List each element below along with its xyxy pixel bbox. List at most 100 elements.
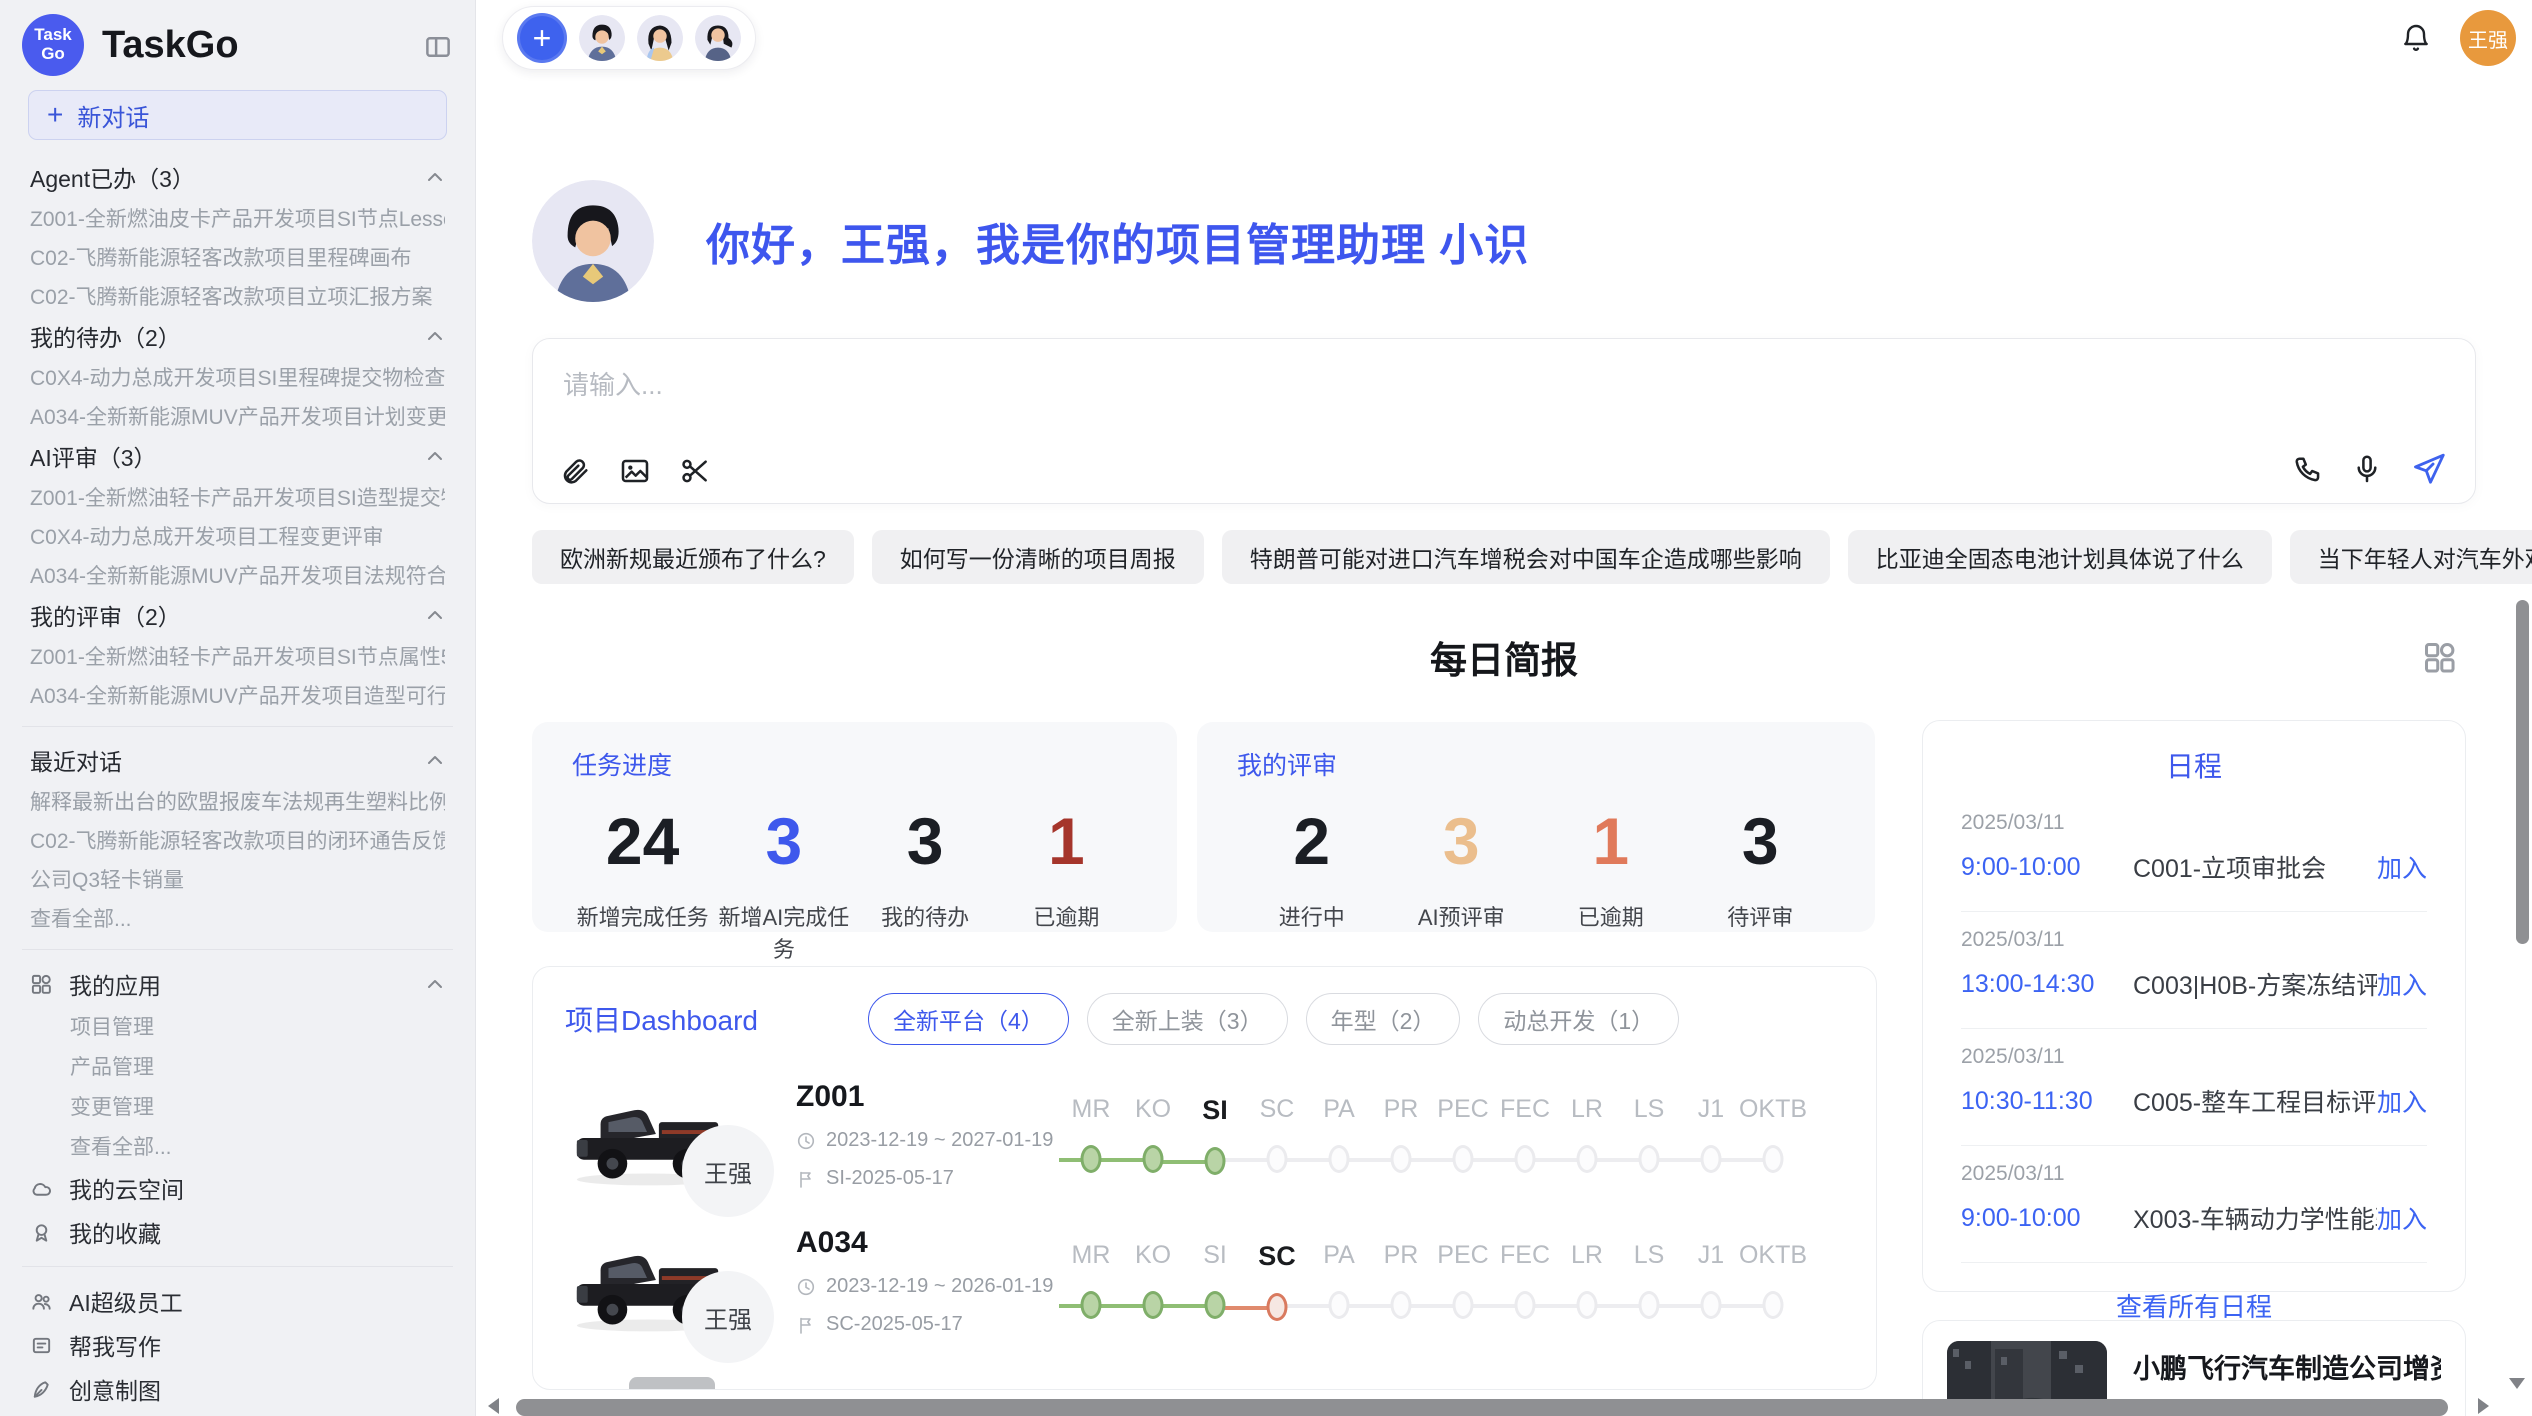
assistant-avatar-2[interactable] [637, 15, 683, 61]
milestone-dot [1701, 1145, 1722, 1173]
milestone-label: MR [1072, 1241, 1111, 1270]
dashboard-tab[interactable]: 全新上装（3） [1087, 993, 1288, 1045]
app-sub-item[interactable]: 产品管理 [0, 1046, 475, 1086]
attachment-icon[interactable] [559, 455, 591, 487]
sidebar-collapse-icon[interactable] [423, 32, 453, 62]
hscroll-right-arrow[interactable] [2478, 1398, 2489, 1414]
milestone-label: LS [1634, 1095, 1665, 1124]
chat-input[interactable] [533, 339, 2475, 431]
project-row-z001[interactable]: 王强 Z001 2023-12-19 ~ 2027-01-19 SI-2025-… [565, 1079, 1844, 1191]
recent-chat-item[interactable]: 公司Q3轻卡销量 [30, 859, 445, 898]
stat-label: 新增完成任务 [572, 900, 713, 932]
milestone-label: J1 [1698, 1241, 1724, 1270]
join-link[interactable]: 加入 [2377, 849, 2427, 885]
notification-bell-icon[interactable] [2400, 22, 2432, 54]
sidebar-task-item[interactable]: A034-全新新能源MUV产品开发项目造型可行性评审 [30, 675, 445, 714]
stat-item: 3 新增AI完成任务 [713, 808, 854, 964]
recent-chat-item[interactable]: 解释最新出台的欧盟报废车法规再生塑料比例被调至15%... [30, 781, 445, 820]
sidebar-task-item[interactable]: A034-全新新能源MUV产品开发项目计划变更表编写 [30, 396, 445, 435]
new-chat-button[interactable]: + 新对话 [28, 90, 447, 140]
project-info: A034 2023-12-19 ~ 2026-01-19 SC-2025-05-… [780, 1226, 1060, 1336]
assistant-avatar-1[interactable] [579, 15, 625, 61]
sidebar-item-help-me-write[interactable]: 帮我写作 [0, 1323, 475, 1367]
schedule-row: 9:00-10:00 C001-立项审批会 加入 [1961, 849, 2427, 885]
schedule-row: 10:30-11:30 C005-整车工程目标评审 加入 [1961, 1083, 2427, 1119]
sidebar-item-cloud-space[interactable]: 我的云空间 [0, 1166, 475, 1210]
app-sub-item[interactable]: 项目管理 [0, 1006, 475, 1046]
sidebar-task-item[interactable]: Z001-全新燃油轻卡产品开发项目SI节点属性5D文件评审 [30, 636, 445, 675]
milestone-dot [1577, 1145, 1598, 1173]
section-header-my-todo[interactable]: 我的待办（2） [30, 315, 445, 357]
milestone: PEC [1432, 1241, 1494, 1326]
milestone: SI [1184, 1095, 1246, 1180]
section-header-agent-done[interactable]: Agent已办（3） [30, 156, 445, 198]
card-title: 任务进度 [572, 746, 1137, 782]
suggestion-chip[interactable]: 如何写一份清晰的项目周报 [872, 530, 1204, 584]
section-title: Agent已办（3） [30, 160, 195, 194]
stat-value: 1 [996, 808, 1137, 874]
sidebar-task-item[interactable]: C0X4-动力总成开发项目SI里程碑提交物检查 [30, 357, 445, 396]
vscroll-down-arrow[interactable] [2509, 1378, 2525, 1389]
sidebar-task-item[interactable]: A034-全新新能源MUV产品开发项目法规符合性评审 [30, 555, 445, 594]
join-link[interactable]: 加入 [2377, 1083, 2427, 1119]
milestone: KO [1122, 1241, 1184, 1326]
recent-view-all[interactable]: 查看全部... [30, 898, 445, 937]
recent-chat-item[interactable]: C02-飞腾新能源轻客改款项目的闭环通告反馈情况 [30, 820, 445, 859]
divider [22, 1266, 453, 1267]
send-icon[interactable] [2411, 451, 2447, 487]
join-link[interactable]: 加入 [2377, 1200, 2427, 1236]
stat-value: 3 [1686, 808, 1836, 874]
hscroll-left-arrow[interactable] [488, 1398, 499, 1414]
suggestion-chip[interactable]: 特朗普可能对进口汽车增税会对中国车企造成哪些影响 [1222, 530, 1830, 584]
image-icon[interactable] [619, 455, 651, 487]
sidebar-item-favorites[interactable]: 我的收藏 [0, 1210, 475, 1254]
sidebar-task-item[interactable]: Z001-全新燃油皮卡产品开发项目SI节点Lesson Learn报告 [30, 198, 445, 237]
app-sub-item[interactable]: 变更管理 [0, 1086, 475, 1126]
sidebar-item-ai-super-staff[interactable]: AI超级员工 [0, 1279, 475, 1323]
dashboard-tab[interactable]: 动总开发（1） [1478, 993, 1679, 1045]
suggestion-chip[interactable]: 当下年轻人对汽车外观有怎样的喜好趋势 [2290, 530, 2532, 584]
schedule-date: 2025/03/11 [1961, 1162, 2427, 1186]
join-link[interactable]: 加入 [2377, 966, 2427, 1002]
section-header-my-review[interactable]: 我的评审（2） [30, 594, 445, 636]
phone-call-icon[interactable] [2291, 453, 2323, 485]
dashboard-tab[interactable]: 全新平台（4） [868, 993, 1069, 1045]
milestone: MR [1060, 1095, 1122, 1180]
section-header-recent[interactable]: 最近对话 [30, 739, 445, 781]
milestone-track [1742, 1144, 1804, 1178]
recent-list: 解释最新出台的欧盟报废车法规再生塑料比例被调至15%...C02-飞腾新能源轻客… [30, 781, 445, 898]
milestone-label: SI [1202, 1095, 1228, 1126]
project-row-a034[interactable]: 王强 A034 2023-12-19 ~ 2026-01-19 SC-2025-… [565, 1225, 1844, 1337]
my-review-card: 我的评审 2 进行中 3 AI预评审 [1197, 722, 1875, 932]
scissors-icon[interactable] [679, 455, 711, 487]
dashboard-tabs: 全新平台（4） 全新上装（3） 年型（2） 动总开发（1） [868, 993, 1679, 1045]
milestone-dot [1515, 1145, 1536, 1173]
horizontal-scrollbar[interactable] [516, 1399, 2448, 1416]
sidebar-task-item[interactable]: Z001-全新燃油轻卡产品开发项目SI造型提交物评审 [30, 477, 445, 516]
user-avatar[interactable]: 王强 [2460, 10, 2516, 66]
stats-row: 2 进行中 3 AI预评审 1 已逾期 [1237, 808, 1835, 932]
milestone-dot [1639, 1291, 1660, 1319]
divider [22, 726, 453, 727]
milestone-track [1184, 1146, 1246, 1180]
assistant-switcher-pill: + [502, 6, 756, 70]
suggestion-chip[interactable]: 欧洲新规最近颁布了什么? [532, 530, 854, 584]
apps-view-all[interactable]: 查看全部... [0, 1126, 475, 1166]
sidebar-task-item[interactable]: C02-飞腾新能源轻客改款项目立项汇报方案 [30, 276, 445, 315]
clock-icon [796, 1131, 816, 1151]
dashboard-tab[interactable]: 年型（2） [1306, 993, 1461, 1045]
add-assistant-button[interactable]: + [517, 13, 567, 63]
schedule-row: 9:00-10:00 X003-车辆动力学性能验... 加入 [1961, 1200, 2427, 1236]
sidebar-item-creative-drawing[interactable]: 创意制图 [0, 1367, 475, 1411]
section-header-ai-review[interactable]: AI评审（3） [30, 435, 445, 477]
sidebar-task-item[interactable]: C02-飞腾新能源轻客改款项目里程碑画布 [30, 237, 445, 276]
sidebar-item-my-apps[interactable]: 我的应用 [0, 962, 475, 1006]
vertical-scrollbar[interactable] [2516, 600, 2529, 944]
microphone-icon[interactable] [2351, 453, 2383, 485]
sidebar-task-item[interactable]: C0X4-动力总成开发项目工程变更评审 [30, 516, 445, 555]
view-all-schedule-link[interactable]: 查看所有日程 [1961, 1287, 2427, 1324]
layout-grid-icon[interactable] [2422, 640, 2458, 676]
section-list-my-todo: C0X4-动力总成开发项目SI里程碑提交物检查A034-全新新能源MUV产品开发… [30, 357, 445, 435]
assistant-avatar-3[interactable] [695, 15, 741, 61]
suggestion-chip[interactable]: 比亚迪全固态电池计划具体说了什么 [1848, 530, 2272, 584]
